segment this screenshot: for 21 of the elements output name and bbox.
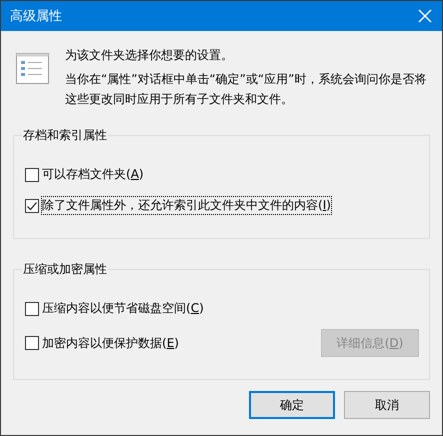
checklist-icon: [16, 53, 50, 85]
checkbox[interactable]: [25, 302, 39, 316]
checkbox[interactable]: [25, 168, 39, 182]
dialog-button[interactable]: 确定: [249, 391, 335, 419]
group-title: 存档和索引属性: [22, 127, 108, 144]
checkbox-option[interactable]: 加密内容以便保护数据(E): [24, 332, 181, 354]
close-icon[interactable]: [418, 9, 432, 23]
checkbox-label: 加密内容以便保护数据(E): [42, 334, 179, 352]
description-text: 为该文件夹选择你想要的设置。: [65, 47, 234, 64]
checkbox-label: 除了文件属性外，还允许索引此文件夹中文件的内容(I): [42, 197, 331, 214]
window-title: 高级属性: [10, 8, 62, 25]
checkbox-option[interactable]: 可以存档文件夹(A): [24, 164, 146, 185]
checkbox[interactable]: [25, 336, 39, 350]
description-text: 当你在“属性”对话框中单击“确定”或“应用”时，系统会询问你是否将这些更改同时应用于所有子文件夹和文件。: [65, 71, 428, 108]
checkbox-label: 可以存档文件夹(A): [42, 166, 144, 183]
group-title: 压缩或加密属性: [22, 261, 108, 278]
checkbox[interactable]: [25, 198, 39, 212]
dialog-button[interactable]: 取消: [344, 391, 430, 419]
checkbox-label: 压缩内容以便节省磁盘空间(C): [42, 300, 204, 317]
checkbox-option[interactable]: 压缩内容以便节省磁盘空间(C): [24, 298, 206, 319]
checkbox-option[interactable]: 除了文件属性外，还允许索引此文件夹中文件的内容(I): [24, 195, 333, 216]
